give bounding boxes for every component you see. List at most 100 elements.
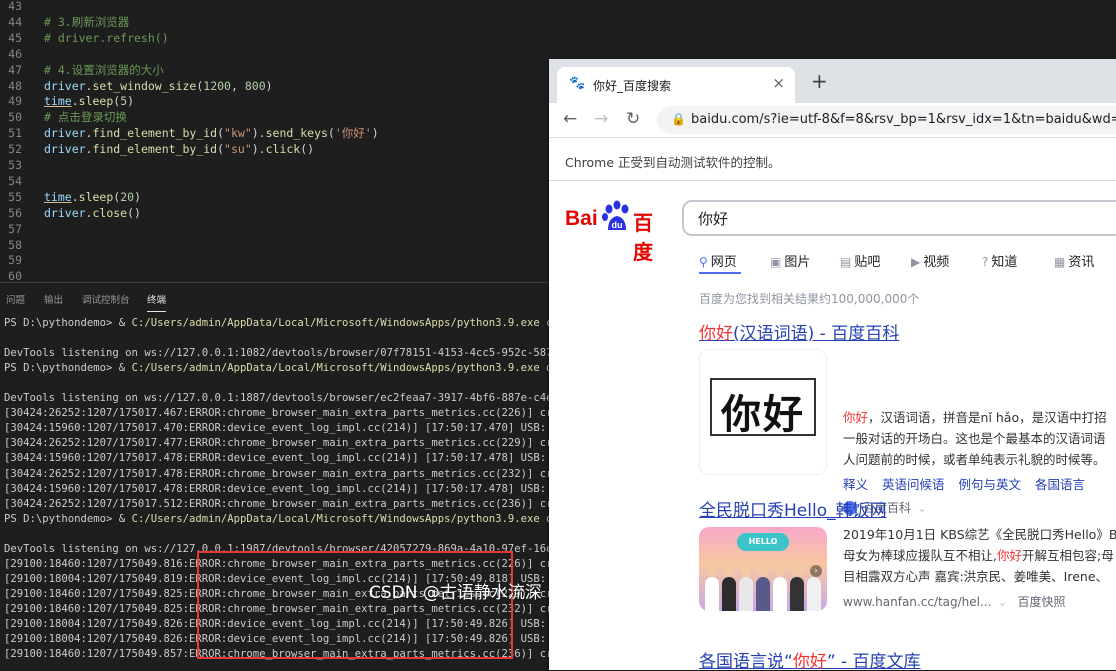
search-tab-1[interactable]: ▣ 图片 bbox=[770, 251, 810, 270]
code-line[interactable]: 48 driver.set_window_size(1200, 800) bbox=[0, 78, 550, 94]
line-number: 57 bbox=[8, 221, 22, 236]
search-tab-2[interactable]: ▤ 贴吧 bbox=[840, 251, 880, 270]
url-text[interactable]: baidu.com/s?ie=utf-8&f=8&rsv_bp=1&rsv_id… bbox=[691, 112, 1116, 127]
result-1-thumbnail[interactable]: 你好 bbox=[699, 349, 827, 475]
result-2-title[interactable]: 全民脱口秀Hello_韩饭网 bbox=[699, 496, 887, 521]
code-line[interactable]: 50 # 点击登录切换 bbox=[0, 109, 550, 125]
code-line[interactable]: 51 driver.find_element_by_id("kw").send_k… bbox=[0, 125, 550, 141]
code-editor[interactable]: 43 44 # 3.刷新浏览器 45 # driver.refresh() 46 47 # 4… bbox=[0, 0, 550, 282]
chevron-down-icon[interactable]: ⌄ bbox=[997, 595, 1007, 609]
search-tab-4[interactable]: ? 知道 bbox=[982, 251, 1017, 270]
line-number: 50 bbox=[8, 110, 22, 125]
snippet-text: 母女为棒球应援队互不相让, bbox=[843, 548, 997, 563]
tab-terminal[interactable]: 终端 bbox=[147, 292, 167, 312]
code-line[interactable]: 55 time.sleep(20) bbox=[0, 189, 550, 205]
code-token: ) bbox=[265, 78, 273, 93]
chrome-window: 🐾 你好_百度搜索 × + ← → ↻ 🔒 baidu.com/s?ie=utf… bbox=[549, 59, 1116, 670]
link-shiyi[interactable]: 释义 bbox=[843, 477, 868, 492]
code-line[interactable]: 43 bbox=[0, 0, 550, 14]
link-examples[interactable]: 例句与英文 bbox=[959, 477, 1022, 492]
code-line[interactable]: 45 # driver.refresh() bbox=[0, 30, 550, 46]
code-text: driver.set_window_size(1200, 800) bbox=[44, 78, 273, 94]
python-path: C:/Users/admin/AppData/Local/Microsoft/W… bbox=[131, 317, 540, 329]
svg-text:du: du bbox=[612, 220, 623, 230]
new-tab-button[interactable]: + bbox=[811, 71, 828, 91]
person-head bbox=[707, 567, 717, 577]
reload-icon[interactable]: ↻ bbox=[626, 109, 640, 129]
code-line[interactable]: 58 bbox=[0, 237, 550, 253]
search-tab-5[interactable]: ▦ 资讯 bbox=[1054, 251, 1094, 270]
code-token: driver bbox=[44, 205, 86, 220]
search-tab-label: 贴吧 bbox=[854, 255, 881, 270]
code-line[interactable]: 47 # 4.设置浏览器的大小 bbox=[0, 62, 550, 78]
search-input[interactable] bbox=[696, 208, 1116, 228]
result-1-links: 释义 英语问候语 例句与英文 各国语言 bbox=[843, 474, 1099, 493]
code-line[interactable]: 46 bbox=[0, 46, 550, 62]
code-token: ) bbox=[134, 189, 141, 204]
close-icon[interactable]: × bbox=[772, 74, 785, 92]
snippet-text: ，汉语词语，拼音是nǐ hǎo，是汉语中打招 bbox=[868, 410, 1107, 425]
tab-output[interactable]: 输出 bbox=[44, 292, 63, 306]
result-3-title[interactable]: 各国语言说“你好” - 百度文库 bbox=[699, 647, 921, 670]
code-token: sleep bbox=[78, 94, 114, 109]
code-token: driver bbox=[44, 78, 86, 93]
line-number: 45 bbox=[8, 30, 22, 45]
logo-text-bai: Bai bbox=[565, 207, 598, 230]
code-line[interactable]: 56 driver.close() bbox=[0, 205, 550, 221]
line-number: 43 bbox=[8, 0, 22, 13]
code-token: . bbox=[71, 94, 79, 109]
result-2-source[interactable]: www.hanfan.cc/tag/hel... ⌄ 百度快照 bbox=[843, 593, 1066, 610]
code-line[interactable]: 53 bbox=[0, 157, 550, 173]
code-line[interactable]: 57 bbox=[0, 221, 550, 237]
chevron-down-icon[interactable]: ⌄ bbox=[917, 501, 927, 515]
person-head bbox=[758, 567, 768, 577]
terminal-line: [30424:15960:1207/175017.478:ERROR:devic… bbox=[4, 482, 550, 495]
code-token: close bbox=[92, 205, 128, 220]
code-line[interactable]: 59 bbox=[0, 252, 550, 268]
snippet-highlight: 你好 bbox=[843, 410, 869, 425]
line-number: 48 bbox=[8, 78, 22, 93]
result-1-title[interactable]: 你好(汉语词语) - 百度百科 bbox=[699, 319, 899, 344]
search-tab-0[interactable]: ⚲ 网页 bbox=[699, 251, 737, 270]
code-text: driver.close() bbox=[44, 205, 141, 221]
code-line[interactable]: 60 bbox=[0, 268, 550, 282]
terminal-line: DevTools listening on ws://127.0.0.1:188… bbox=[4, 392, 550, 405]
tab-debug-console[interactable]: 调试控制台 bbox=[82, 292, 130, 306]
code-line[interactable]: 52 driver.find_element_by_id("su").click(… bbox=[0, 141, 550, 157]
next-arrow-icon[interactable]: › bbox=[810, 565, 822, 577]
address-bar[interactable]: 🔒 baidu.com/s?ie=utf-8&f=8&rsv_bp=1&rsv_… bbox=[657, 106, 1116, 134]
line-number: 58 bbox=[8, 237, 22, 252]
search-tab-label: 资讯 bbox=[1068, 255, 1095, 270]
code-token: driver bbox=[44, 142, 86, 157]
snapshot-link[interactable]: 百度快照 bbox=[1018, 595, 1066, 609]
browser-tab[interactable]: 🐾 你好_百度搜索 × bbox=[557, 67, 795, 103]
question-icon: ? bbox=[982, 255, 989, 269]
result-2-thumbnail[interactable]: HELLO › bbox=[699, 527, 827, 611]
code-text: driver.find_element_by_id("su").click() bbox=[44, 141, 314, 157]
line-number: 47 bbox=[8, 62, 22, 77]
code-text: time.sleep(5) bbox=[44, 93, 134, 109]
person-figure bbox=[756, 577, 770, 611]
baidu-paw-icon: 🐾 bbox=[569, 76, 586, 91]
search-box[interactable] bbox=[682, 200, 1116, 236]
line-number: 46 bbox=[8, 46, 22, 61]
prompt: PS D:\pythondemo> & bbox=[4, 362, 132, 375]
person-figure bbox=[739, 577, 753, 611]
search-tab-3[interactable]: ▶ 视频 bbox=[911, 251, 949, 270]
link-languages[interactable]: 各国语言 bbox=[1035, 477, 1085, 492]
forward-arrow-icon[interactable]: → bbox=[594, 109, 608, 129]
back-arrow-icon[interactable]: ← bbox=[563, 109, 577, 129]
result-1-snippet-2: 一般对话的开场白。这也是个最基本的汉语词语 bbox=[843, 431, 1106, 446]
link-greeting[interactable]: 英语问候语 bbox=[882, 477, 945, 492]
code-line[interactable]: 44 # 3.刷新浏览器 bbox=[0, 14, 550, 30]
code-line[interactable]: 49 time.sleep(5) bbox=[0, 93, 550, 109]
code-token: ) bbox=[127, 94, 135, 109]
tab-problems[interactable]: 问题 bbox=[6, 292, 25, 306]
thumbnail-text: 你好 bbox=[721, 391, 805, 438]
lock-icon[interactable]: 🔒 bbox=[671, 112, 686, 126]
code-token: "kw" bbox=[224, 126, 252, 141]
code-text: # driver.refresh() bbox=[44, 30, 169, 46]
code-text: time.sleep(20) bbox=[44, 189, 141, 205]
code-line[interactable]: 54 bbox=[0, 173, 550, 189]
result-2-snippet-3: 目相露双方心声 嘉宾:洪京民、姜唯美、Irene、 bbox=[843, 569, 1109, 584]
